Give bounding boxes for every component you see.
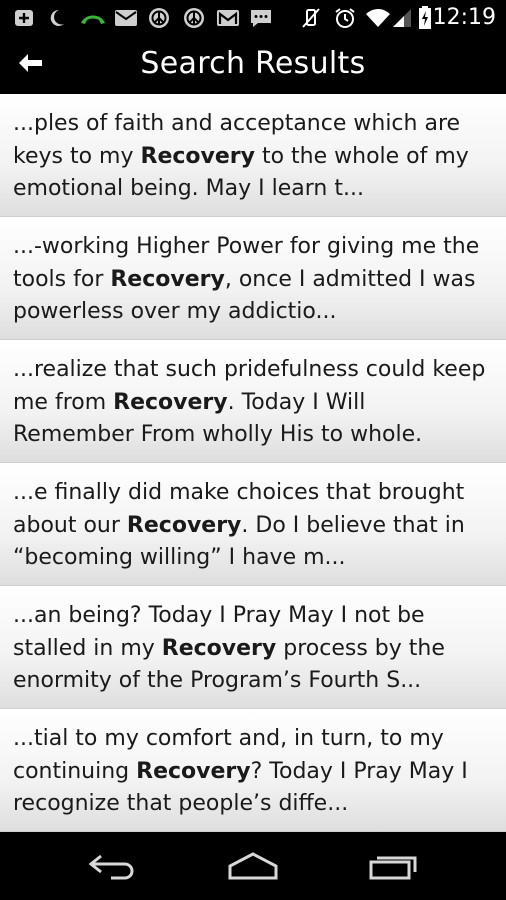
nav-back-button[interactable] [72,846,152,890]
alarm-icon [332,7,358,29]
battery-charging-icon [416,6,434,29]
result-keyword: Recovery [113,389,228,415]
mail-icon [113,7,139,29]
list-item[interactable]: ...tial to my comfort and, in turn, to m… [0,709,506,832]
moon-icon [44,7,68,29]
chat-icon [248,7,274,29]
result-snippet: ...tial to my comfort and, in turn, to m… [13,726,468,816]
phone-icon [78,7,108,29]
result-keyword: Recovery [136,758,251,784]
signal-icon [390,7,414,29]
result-snippet: ...realize that such pridefulness could … [13,357,486,447]
system-nav-bar [0,832,506,900]
result-snippet: ...-working Higher Power for giving me t… [13,234,480,324]
result-snippet: ...an being? Today I Pray May I not be s… [13,603,445,693]
list-item[interactable]: ...e finally did make choices that broug… [0,463,506,586]
nav-recent-apps-button[interactable] [355,846,435,890]
list-item[interactable]: ...ples of faith and acceptance which ar… [0,94,506,217]
page-title: Search Results [140,46,366,81]
result-snippet: ...ples of faith and acceptance which ar… [13,111,469,201]
result-snippet: ...e finally did make choices that broug… [13,480,465,570]
list-item[interactable]: ...realize that such pridefulness could … [0,340,506,463]
list-item[interactable]: ...-working Higher Power for giving me t… [0,217,506,340]
peace-icon [146,7,172,29]
peace-icon [181,7,207,29]
back-nav-icon [87,852,137,884]
add-box-icon [12,7,36,29]
result-keyword: Recovery [126,512,242,538]
wifi-icon [364,7,392,29]
vibrate-off-icon [298,7,324,29]
result-keyword: Recovery [140,143,255,169]
list-item[interactable]: ...an being? Today I Pray May I not be s… [0,586,506,709]
home-nav-icon [226,852,280,884]
clock-time: 12:19 [432,5,496,30]
action-bar: Search Results [0,36,506,94]
status-bar: 12:19 [0,0,506,36]
nav-home-button[interactable] [213,846,293,890]
recent-apps-icon [368,852,422,884]
search-results-list: ...ples of faith and acceptance which ar… [0,94,506,832]
result-keyword: Recovery [110,266,225,292]
gmail-icon [215,7,241,29]
result-keyword: Recovery [161,635,277,661]
